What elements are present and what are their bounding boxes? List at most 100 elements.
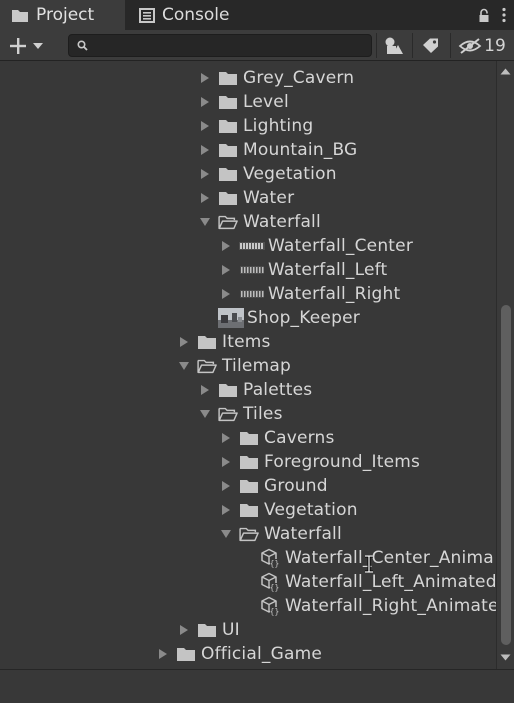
tree-item[interactable]: Level <box>0 90 496 114</box>
tree-item[interactable]: Vegetation <box>0 162 496 186</box>
chevron-right-icon[interactable] <box>220 456 232 468</box>
filter-by-label-button[interactable] <box>414 33 448 58</box>
folder-open-icon <box>218 405 238 423</box>
tab-actions <box>478 0 506 30</box>
chevron-right-icon[interactable] <box>178 624 190 636</box>
folder-icon <box>218 93 238 111</box>
tree-item[interactable]: Palettes <box>0 378 496 402</box>
tree-item[interactable]: Water <box>0 186 496 210</box>
toolbar-separator <box>450 33 451 58</box>
scroll-down-arrow-icon[interactable] <box>497 649 514 665</box>
tree-item[interactable]: Shop_Keeper <box>0 306 496 330</box>
chevron-right-icon[interactable] <box>157 648 169 660</box>
tree-item[interactable]: {} Waterfall_Center_Anima <box>0 546 496 570</box>
tree-item[interactable]: Waterfall <box>0 210 496 234</box>
lock-icon[interactable] <box>478 8 490 23</box>
chevron-down-icon[interactable] <box>199 408 211 420</box>
tree-item[interactable]: Items <box>0 330 496 354</box>
folder-icon <box>239 429 259 447</box>
chevron-right-icon[interactable] <box>220 504 232 516</box>
footer-bar <box>0 669 514 703</box>
tab-console-label: Console <box>162 5 230 25</box>
tree-item-label: Waterfall_Right_Animate <box>285 596 496 616</box>
tree-item-label: Vegetation <box>243 164 337 184</box>
sprite-sheet-icon <box>239 261 265 279</box>
tree-item[interactable]: Waterfall_Right <box>0 282 496 306</box>
chevron-right-icon[interactable] <box>220 240 232 252</box>
tree-item-label: Ground <box>264 476 328 496</box>
folder-icon <box>176 645 196 663</box>
tab-project[interactable]: Project <box>0 0 125 30</box>
tree-item[interactable]: UI <box>0 618 496 642</box>
tree-item[interactable]: Waterfall_Left <box>0 258 496 282</box>
chevron-right-icon[interactable] <box>178 336 190 348</box>
hidden-packages-count: 19 <box>484 35 506 56</box>
chevron-right-icon[interactable] <box>220 480 232 492</box>
scrollbar-thumb[interactable] <box>501 305 511 645</box>
plus-icon <box>10 37 26 54</box>
search-input[interactable] <box>91 36 367 55</box>
tree-item-label: Cuts <box>243 61 282 64</box>
tree-item-label: Waterfall_Center_Anima <box>285 548 494 568</box>
chevron-right-icon[interactable] <box>199 144 211 156</box>
tree-item[interactable]: Waterfall <box>0 522 496 546</box>
folder-icon <box>218 141 238 159</box>
tree-item[interactable]: Tilemap <box>0 354 496 378</box>
search-box[interactable] <box>68 34 372 57</box>
tree-item[interactable]: Official_Game <box>0 642 496 666</box>
tile-asset-icon: {} <box>260 548 280 568</box>
tree-item-label: Water <box>243 188 295 208</box>
chevron-down-icon[interactable] <box>199 216 211 228</box>
more-options-icon[interactable] <box>502 7 506 23</box>
scroll-up-arrow-icon[interactable] <box>497 63 514 79</box>
vertical-scrollbar[interactable] <box>496 61 514 669</box>
tree-item-label: Level <box>243 92 289 112</box>
chevron-right-icon[interactable] <box>220 432 232 444</box>
tree-item-label: Foreground_Items <box>264 452 421 472</box>
chevron-down-icon[interactable] <box>220 528 232 540</box>
tab-console[interactable]: Console <box>137 0 267 30</box>
toggle-hidden-packages-button[interactable]: 19 <box>454 33 510 58</box>
folder-icon <box>239 477 259 495</box>
chevron-right-icon[interactable] <box>199 192 211 204</box>
tree-item-label: Caverns <box>264 428 335 448</box>
tree-item-label: Tiles <box>243 404 283 424</box>
folder-icon <box>197 333 217 351</box>
tree-item[interactable]: Waterfall_Center <box>0 234 496 258</box>
chevron-right-icon[interactable] <box>199 72 211 84</box>
tree-item-label: Mountain_BG <box>243 140 358 160</box>
project-toolbar: 19 <box>0 30 514 61</box>
svg-text:{}: {} <box>270 583 280 592</box>
chevron-right-icon[interactable] <box>199 96 211 108</box>
create-button[interactable] <box>8 33 52 58</box>
folder-icon <box>239 453 259 471</box>
tree-item[interactable]: {} Waterfall_Left_Animated <box>0 570 496 594</box>
tree-item[interactable]: Lighting <box>0 114 496 138</box>
tag-icon <box>423 38 438 53</box>
folder-open-icon <box>239 525 259 543</box>
search-icon <box>77 40 88 51</box>
tile-asset-icon: {} <box>260 572 280 592</box>
chevron-right-icon[interactable] <box>220 264 232 276</box>
folder-icon <box>12 9 28 22</box>
chevron-right-icon[interactable] <box>220 288 232 300</box>
shapes-icon <box>385 37 403 54</box>
tree-item[interactable]: Tiles <box>0 402 496 426</box>
chevron-right-icon[interactable] <box>199 120 211 132</box>
chevron-down-icon[interactable] <box>178 360 190 372</box>
filter-by-type-button[interactable] <box>378 33 410 58</box>
tree-item[interactable]: Mountain_BG <box>0 138 496 162</box>
tree-item[interactable]: Foreground_Items <box>0 450 496 474</box>
chevron-right-icon[interactable] <box>199 384 211 396</box>
tree-item[interactable]: Vegetation <box>0 498 496 522</box>
tree-item-label: Official_Game <box>201 644 322 664</box>
folder-icon <box>218 69 238 87</box>
folder-icon <box>239 501 259 519</box>
tree-item[interactable]: {} Waterfall_Right_Animate <box>0 594 496 618</box>
tree-item[interactable]: Grey_Cavern <box>0 66 496 90</box>
chevron-right-icon[interactable] <box>199 168 211 180</box>
chevron-down-icon <box>33 42 43 49</box>
tree-item[interactable]: Ground <box>0 474 496 498</box>
tree-item-label: Waterfall_Center <box>268 236 414 256</box>
tree-item[interactable]: Caverns <box>0 426 496 450</box>
